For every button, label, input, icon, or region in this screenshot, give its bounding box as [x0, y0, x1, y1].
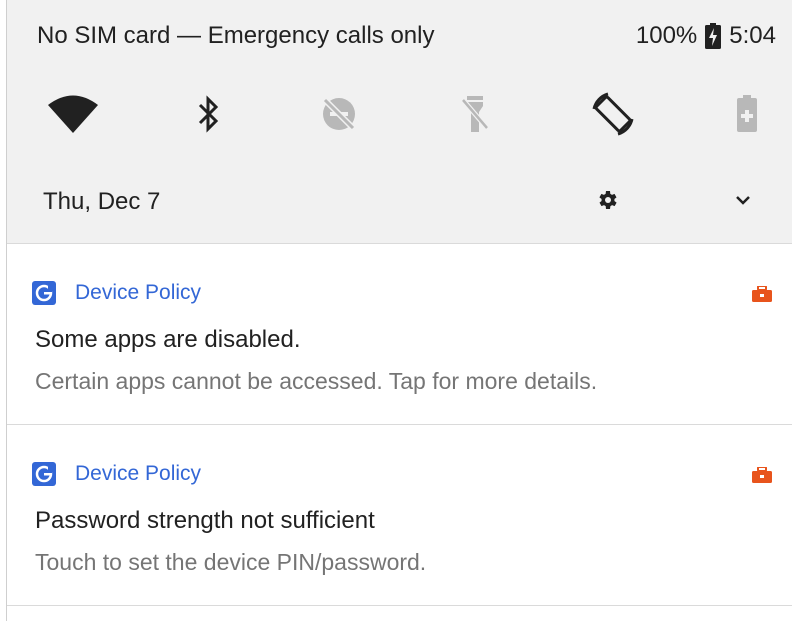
device-policy-icon	[31, 461, 57, 487]
notification-header: Device Policy	[31, 461, 201, 487]
notification-app-name: Device Policy	[75, 462, 202, 485]
auto-rotate-icon	[588, 89, 638, 144]
bluetooth-icon	[197, 94, 221, 138]
quick-settings-row	[7, 86, 792, 146]
device-policy-icon	[31, 280, 57, 306]
notification-title: Password strength not sufficient	[35, 507, 375, 534]
qs-tile-do-not-disturb[interactable]	[309, 86, 369, 146]
clock: 5:04	[729, 22, 776, 49]
notification-text: Certain apps cannot be accessed. Tap for…	[35, 368, 598, 394]
work-briefcase-icon	[752, 467, 772, 483]
carrier-status: No SIM card — Emergency calls only	[37, 22, 435, 49]
notification-app-name: Device Policy	[75, 281, 202, 304]
status-right-group: 100% 5:04	[636, 22, 776, 50]
wifi-icon	[47, 94, 99, 139]
battery-charging-icon	[705, 23, 722, 49]
notification-text: Touch to set the device PIN/password.	[35, 549, 427, 575]
qs-tile-wifi[interactable]	[43, 86, 103, 146]
notification-card[interactable]: Device Policy Some apps are disabled. Ce…	[7, 244, 792, 425]
settings-button[interactable]	[587, 182, 627, 222]
notification-card[interactable]: Device Policy Password strength not suff…	[7, 425, 792, 606]
notification-shade-header: No SIM card — Emergency calls only 100% …	[7, 0, 792, 244]
qs-tile-auto-rotate[interactable]	[583, 86, 643, 146]
notification-title: Some apps are disabled.	[35, 326, 301, 353]
qs-tile-flashlight[interactable]	[445, 86, 505, 146]
qs-tile-battery-saver[interactable]	[717, 86, 777, 146]
date-row: Thu, Dec 7	[7, 176, 792, 226]
battery-saver-icon	[735, 94, 759, 139]
qs-tile-bluetooth[interactable]	[179, 86, 239, 146]
expand-button[interactable]	[723, 182, 763, 222]
chevron-down-icon	[734, 193, 752, 211]
work-briefcase-icon	[752, 286, 772, 302]
gear-icon	[595, 188, 619, 217]
flashlight-off-icon	[460, 94, 490, 139]
status-bar: No SIM card — Emergency calls only 100% …	[7, 0, 792, 74]
do-not-disturb-off-icon	[319, 94, 359, 139]
date-label: Thu, Dec 7	[43, 188, 161, 215]
notification-header: Device Policy	[31, 280, 201, 306]
battery-percent: 100%	[635, 22, 698, 49]
